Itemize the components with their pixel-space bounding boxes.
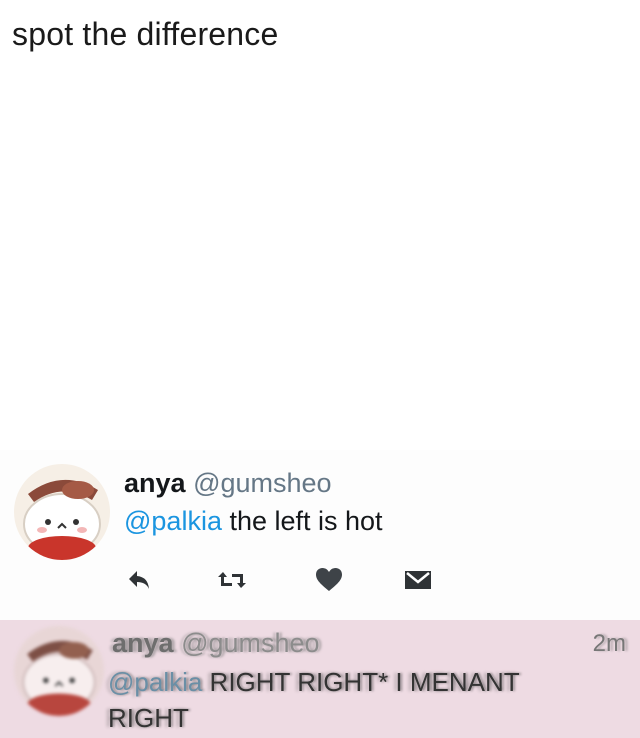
user-handle[interactable]: @gumsheo xyxy=(181,628,319,658)
tweet-text: @palkia the left is hot xyxy=(124,506,383,537)
reply-icon xyxy=(129,571,149,589)
direct-message-button[interactable] xyxy=(403,565,433,595)
mention-link[interactable]: @palkia xyxy=(108,667,202,697)
tweet-top[interactable]: anya @gumsheo @palkia the left is hot xyxy=(0,450,640,620)
author-line: anya @gumsheo xyxy=(124,468,332,499)
message-icon xyxy=(405,571,431,589)
tweet-text-content: the left is hot xyxy=(221,506,383,536)
user-handle[interactable]: @gumsheo xyxy=(193,468,331,498)
retweet-button[interactable] xyxy=(217,565,247,595)
caption-text: spot the difference xyxy=(12,16,279,52)
display-name[interactable]: anya xyxy=(112,628,174,658)
retweet-icon xyxy=(218,572,246,588)
mention-link[interactable]: @palkia xyxy=(124,506,222,536)
author-line: anya @gumsheo xyxy=(112,628,320,659)
display-name[interactable]: anya xyxy=(124,468,186,498)
like-button[interactable] xyxy=(314,565,344,595)
bunny-with-hat-avatar-icon xyxy=(14,626,104,716)
tweet-timestamp[interactable]: 2m xyxy=(593,630,626,658)
tweet-bottom[interactable]: anya @gumsheo 2m @palkia RIGHT RIGHT* I … xyxy=(0,620,640,738)
avatar[interactable] xyxy=(14,464,110,560)
heart-icon xyxy=(316,568,342,591)
avatar[interactable] xyxy=(14,626,104,716)
bunny-with-hat-avatar-icon xyxy=(14,464,110,560)
reply-button[interactable] xyxy=(124,565,154,595)
motion-blur-layer: anya @gumsheo 2m @palkia RIGHT RIGHT* I … xyxy=(0,620,640,738)
tweet-text: @palkia RIGHT RIGHT* I MENANT RIGHT xyxy=(108,664,568,736)
